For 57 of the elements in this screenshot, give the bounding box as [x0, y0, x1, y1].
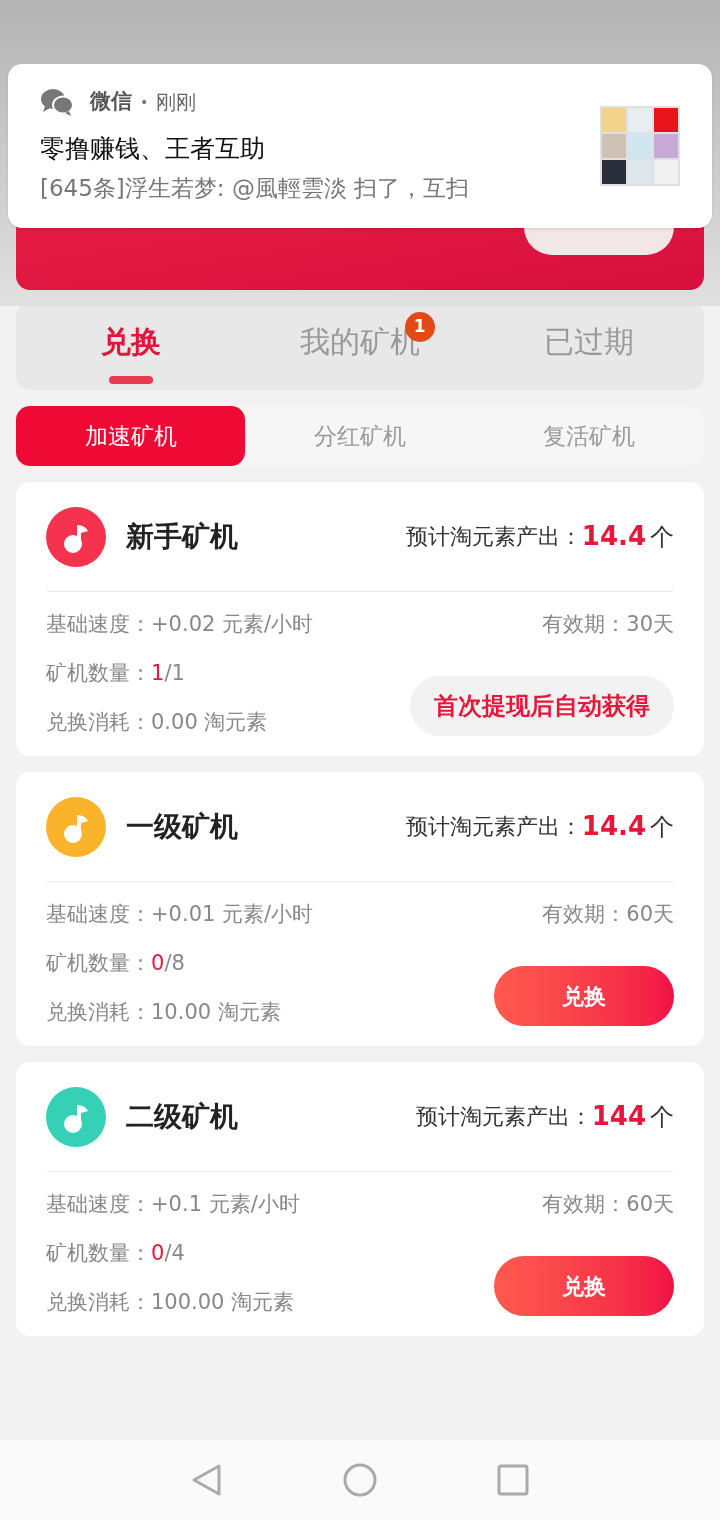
output-label: 预计淘元素产出： [415, 1103, 592, 1131]
chat-bubbles-icon [40, 88, 74, 116]
app-name: 微信 [90, 88, 132, 116]
back-icon[interactable] [191, 1463, 223, 1497]
separator: • [140, 92, 149, 112]
notification-title: 零撸赚钱、王者互助 [40, 132, 266, 165]
speed-label: 基础速度： [46, 1191, 151, 1218]
tab[interactable]: 已过期 [544, 306, 635, 390]
validity-value: 60天 [626, 1191, 674, 1218]
count-total: /4 [164, 1240, 185, 1267]
count-total: /8 [164, 950, 185, 977]
output-unit: 个 [650, 521, 674, 553]
tab[interactable]: 兑换 [100, 306, 161, 390]
speed-value: +0.1 元素/小时 [151, 1191, 300, 1218]
validity-label: 有效期： [542, 1191, 627, 1218]
home-icon[interactable] [343, 1463, 377, 1497]
cost-label: 兑换消耗： [46, 709, 151, 736]
cost-value: 0.00 淘元素 [151, 709, 268, 736]
speed-label: 基础速度： [46, 901, 151, 928]
recent-apps-icon[interactable] [497, 1464, 529, 1496]
output-value: 14.4 [581, 520, 646, 553]
output-label: 预计淘元素产出： [405, 813, 582, 841]
notification-card[interactable]: 微信 • 刚刚 零撸赚钱、王者互助 [645条]浮生若梦: @風輕雲淡 扫了，互扫 [8, 64, 712, 228]
output-value: 14.4 [581, 810, 646, 843]
count-owned: 0 [151, 950, 165, 977]
miner-title: 一级矿机 [126, 808, 238, 845]
output-unit: 个 [650, 1101, 674, 1133]
auto-grant-note: 首次提现后自动获得 [410, 676, 674, 736]
subtab[interactable]: 复活矿机 [474, 406, 704, 466]
cost-value: 10.00 淘元素 [151, 999, 281, 1026]
count-owned: 0 [151, 1240, 165, 1267]
cost-label: 兑换消耗： [46, 1289, 151, 1316]
subtab[interactable]: 加速矿机 [16, 406, 246, 466]
cost-value: 100.00 淘元素 [151, 1289, 295, 1316]
count-owned: 1 [151, 660, 165, 687]
notification-message: [645条]浮生若梦: @風輕雲淡 扫了，互扫 [40, 174, 470, 204]
validity-label: 有效期： [542, 901, 627, 928]
validity-label: 有效期： [542, 611, 627, 638]
speed-label: 基础速度： [46, 611, 151, 638]
count-label: 矿机数量： [46, 1240, 151, 1267]
speed-value: +0.01 元素/小时 [151, 901, 314, 928]
output-label: 预计淘元素产出： [405, 523, 582, 551]
output-value: 144 [591, 1100, 646, 1133]
miner-title: 二级矿机 [126, 1098, 238, 1135]
speed-value: +0.02 元素/小时 [151, 611, 314, 638]
validity-value: 60天 [626, 901, 674, 928]
count-label: 矿机数量： [46, 660, 151, 687]
miner-title: 新手矿机 [126, 518, 238, 555]
subtab[interactable]: 分红矿机 [245, 406, 475, 466]
count-label: 矿机数量： [46, 950, 151, 977]
exchange-button[interactable]: 兑换 [494, 966, 674, 1026]
exchange-button[interactable]: 兑换 [494, 1256, 674, 1316]
cost-label: 兑换消耗： [46, 999, 151, 1026]
output-unit: 个 [650, 811, 674, 843]
count-total: /1 [164, 660, 185, 687]
validity-value: 30天 [626, 611, 674, 638]
notification-time: 刚刚 [156, 89, 197, 116]
